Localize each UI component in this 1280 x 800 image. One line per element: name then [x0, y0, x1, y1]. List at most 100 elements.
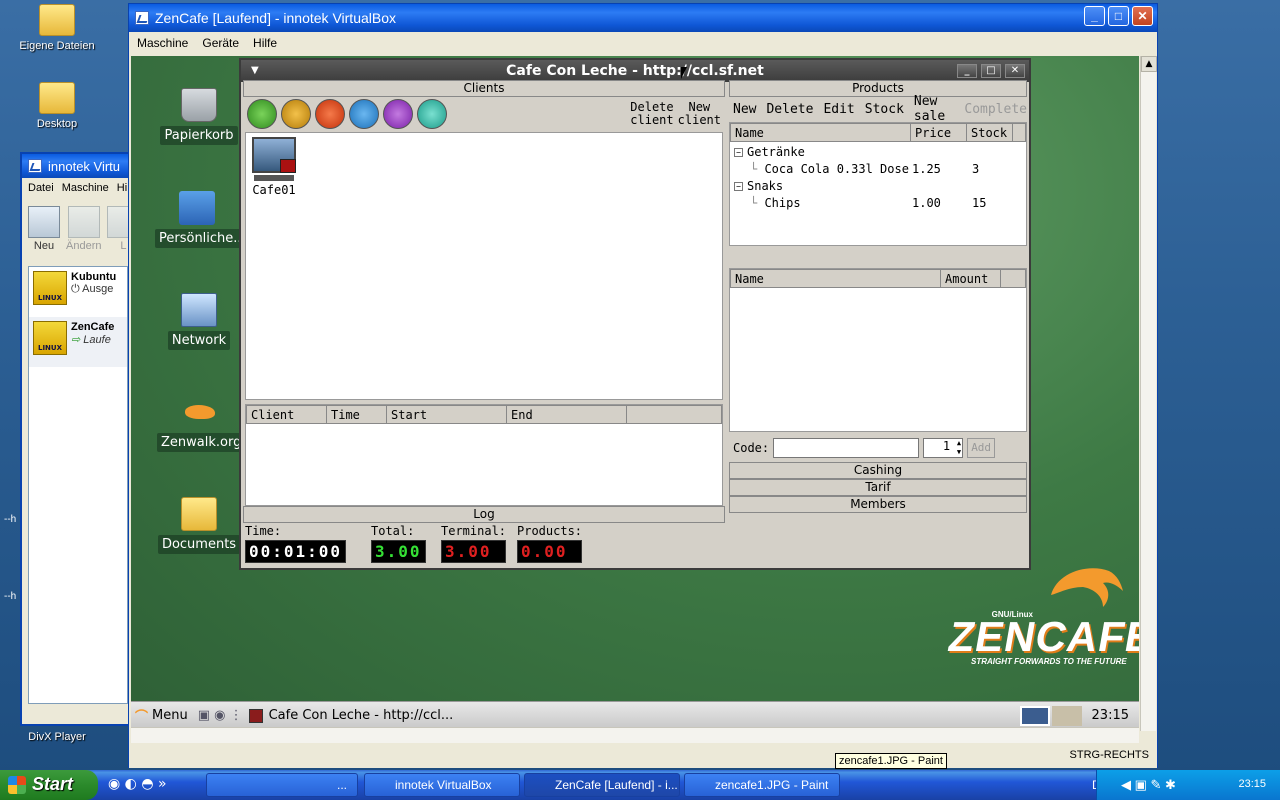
menu-maschine[interactable]: Maschine [62, 182, 109, 194]
stepper-arrows-icon[interactable]: ▲ ▼ [957, 439, 961, 457]
edit-product-button[interactable]: Edit [823, 102, 854, 117]
vbox-manager-window[interactable]: innotek Virtu Datei Maschine Hi Neu Ände… [20, 152, 140, 726]
clients-area[interactable]: Cafe01 [245, 132, 723, 400]
new-sale-button[interactable]: New sale [914, 94, 954, 124]
vbox-vm-window[interactable]: ZenCafe [Laufend] - innotek VirtualBox _… [128, 3, 1158, 768]
vbox-vm-menubar: Maschine Geräte Hilfe [129, 32, 1157, 54]
vm-item-zencafe[interactable]: LINUX ZenCafe ⇨ Laufe [29, 317, 127, 367]
tarif-section[interactable]: Tarif [729, 479, 1027, 496]
edit-vm-button[interactable]: Ändern [66, 206, 101, 256]
stop-session-icon[interactable] [315, 99, 345, 129]
vm-item-kubuntu[interactable]: LINUX Kubuntu ⏻ Ausge [29, 267, 127, 317]
desktop-icon-desktop[interactable]: Desktop [17, 82, 97, 130]
tree-category-getraenke[interactable]: − Getränke [734, 145, 805, 159]
task-button-paint[interactable]: zencafe1.JPG - Paint [684, 773, 840, 797]
guest-icon-persoenliche[interactable]: Persönliche... [155, 191, 250, 248]
menu-hilfe[interactable]: Hilfe [253, 36, 277, 50]
guest-icon-papierkorb[interactable]: Papierkorb [157, 88, 241, 145]
menu-geraete[interactable]: Geräte [202, 36, 239, 50]
refresh-icon[interactable] [383, 99, 413, 129]
cashing-section[interactable]: Cashing [729, 462, 1027, 479]
maximize-button[interactable]: □ [981, 64, 1001, 78]
column-price[interactable]: Price [910, 123, 967, 142]
task-button-vbox-manager[interactable]: innotek VirtualBox [364, 773, 520, 797]
window-title: ZenCafe [Laufend] - innotek VirtualBox [155, 10, 397, 26]
column-start[interactable]: Start [386, 405, 507, 424]
vbox-manager-toolbar: Neu Ändern L [22, 200, 140, 262]
new-product-button[interactable]: New [733, 102, 756, 117]
column-time[interactable]: Time [326, 405, 387, 424]
resume-session-icon[interactable] [349, 99, 379, 129]
add-button[interactable]: Add [967, 438, 996, 458]
total-display: 3.00 [371, 540, 426, 563]
products-header[interactable]: Products [729, 80, 1027, 97]
guest-icon-zenwalk[interactable]: Zenwalk.org [157, 395, 246, 452]
minimize-button[interactable]: _ [957, 64, 977, 78]
column-amount[interactable]: Amount [940, 269, 1001, 288]
code-input[interactable] [773, 438, 920, 458]
stock-button[interactable]: Stock [865, 102, 904, 117]
window-menu-icon[interactable]: ▼ [251, 60, 259, 82]
desktop-icon-divx[interactable]: DivX Player [17, 731, 97, 743]
running-arrow-icon: ⇨ [71, 334, 81, 346]
collapse-icon[interactable]: − [734, 148, 743, 157]
tree-product-chips[interactable]: └ Chips [750, 196, 801, 210]
column-end[interactable]: End [506, 405, 627, 424]
task-button-zencafe[interactable]: ZenCafe [Laufend] - i... [524, 773, 680, 797]
taskbar-tooltip: zencafe1.JPG - Paint [835, 753, 947, 769]
quantity-stepper[interactable]: 1 ▲ ▼ [923, 438, 964, 458]
desktop-icon-eigene-dateien[interactable]: Eigene Dateien [17, 4, 97, 52]
menu-datei[interactable]: Datei [28, 182, 54, 194]
column-client[interactable]: Client [246, 405, 327, 424]
client-item-cafe01[interactable]: Cafe01 [250, 137, 298, 197]
vbox-manager-titlebar[interactable]: innotek Virtu [22, 154, 128, 178]
guest-display[interactable]: Papierkorb Persönliche... Network Zenwal… [131, 56, 1139, 731]
new-client-button[interactable]: New client [678, 101, 721, 127]
product-tree[interactable]: Name Price Stock − Getränke └ Coca Cola 0… [729, 122, 1027, 246]
clients-header[interactable]: Clients [243, 80, 725, 97]
dolphin-icon: ⌒ [135, 710, 149, 725]
quick-launch-icons[interactable]: ▣ ◉ ⋮ [198, 708, 243, 723]
clients-toolbar: Delete client New client [245, 97, 723, 131]
delete-product-button[interactable]: Delete [766, 102, 813, 117]
guest-icon-documents[interactable]: Documents [157, 497, 241, 554]
products-display: 0.00 [517, 540, 583, 563]
close-button[interactable]: ✕ [1005, 64, 1025, 78]
close-button[interactable]: ✕ [1132, 6, 1153, 26]
vbox-vm-titlebar[interactable]: ZenCafe [Laufend] - innotek VirtualBox _… [129, 4, 1157, 32]
tree-product-coca-cola[interactable]: └ Coca Cola 0.33l Dose [750, 162, 909, 176]
column-stock[interactable]: Stock [966, 123, 1013, 142]
log-header[interactable]: Log [243, 506, 725, 523]
workspace-pager[interactable] [1019, 705, 1082, 726]
new-vm-button[interactable]: Neu [28, 206, 60, 256]
ccl-app-window[interactable]: ▼ Cafe Con Leche - http://ccl.sf.net _ □… [239, 58, 1031, 570]
pause-session-icon[interactable] [281, 99, 311, 129]
start-session-icon[interactable] [247, 99, 277, 129]
menu-maschine[interactable]: Maschine [137, 36, 188, 50]
column-name[interactable]: Name [730, 123, 911, 142]
minimize-button[interactable]: _ [1084, 6, 1105, 26]
guest-task-ccl[interactable]: Cafe Con Leche - http://ccl... [248, 708, 453, 723]
statistics-icon[interactable] [417, 99, 447, 129]
horizontal-scrollbar[interactable] [131, 727, 1139, 743]
maximize-button[interactable]: □ [1108, 6, 1129, 26]
task-button-firefox[interactable]: ... [206, 773, 358, 797]
collapse-icon[interactable]: − [734, 182, 743, 191]
start-button[interactable]: Start [0, 770, 98, 800]
guest-menu-button[interactable]: ⌒ Menu [135, 706, 188, 725]
linux-os-icon: LINUX [33, 271, 67, 305]
menu-hilfe[interactable]: Hi [117, 182, 127, 194]
scroll-up-icon[interactable]: ▲ [1141, 56, 1157, 72]
quick-launch[interactable]: ◉ ◐ ◓ » [108, 776, 167, 792]
tree-category-snaks[interactable]: − Snaks [734, 179, 783, 193]
tray-icons[interactable]: ◀ ▣ ✎ ✱ [1121, 777, 1176, 793]
sessions-table[interactable]: Client Time Start End [245, 404, 723, 506]
column-sale-name[interactable]: Name [730, 269, 941, 288]
sale-items-list[interactable]: Name Amount [729, 268, 1027, 432]
members-section[interactable]: Members [729, 496, 1027, 513]
guest-icon-network[interactable]: Network [157, 293, 241, 350]
vertical-scrollbar[interactable]: ▲ [1140, 56, 1157, 731]
vbox-manager-menubar: Datei Maschine Hi [22, 178, 128, 198]
complete-sale-button[interactable]: Complete [964, 102, 1027, 117]
delete-client-button[interactable]: Delete client [630, 101, 673, 127]
